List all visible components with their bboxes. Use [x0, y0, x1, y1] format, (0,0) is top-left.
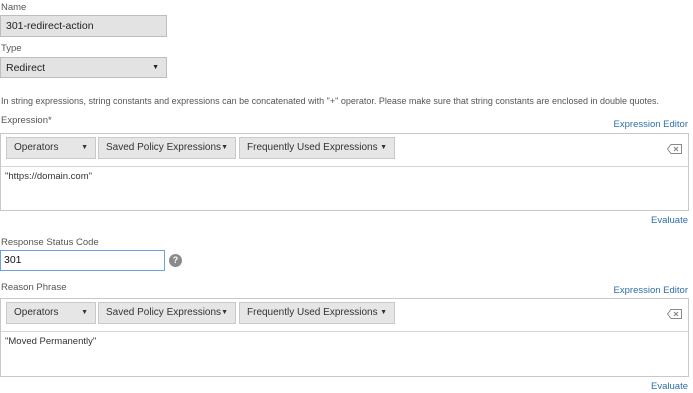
chevron-down-icon: ▼ [152, 64, 159, 71]
operators-dropdown[interactable]: Operators ▼ [6, 137, 96, 159]
expression-label: Expression* [1, 115, 52, 126]
operators-label: Operators [14, 307, 59, 318]
type-select-value: Redirect [6, 62, 46, 74]
reason-phrase-label: Reason Phrase [1, 282, 67, 293]
help-icon[interactable]: ? [169, 254, 182, 267]
saved-expressions-label: Saved Policy Expressions [106, 142, 222, 153]
type-select[interactable]: Redirect ▼ [0, 57, 167, 78]
reason-editor-link[interactable]: Expression Editor [614, 285, 688, 296]
expression-textarea[interactable]: "https://domain.com" [5, 171, 92, 182]
expression-evaluate-link[interactable]: Evaluate [651, 215, 688, 226]
info-text: In string expressions, string constants … [1, 96, 660, 106]
saved-expressions-dropdown[interactable]: Saved Policy Expressions ▼ [98, 137, 236, 159]
chevron-down-icon: ▼ [221, 309, 228, 316]
clear-icon[interactable] [666, 306, 682, 324]
frequent-expressions-dropdown[interactable]: Frequently Used Expressions ▼ [239, 137, 395, 159]
chevron-down-icon: ▼ [380, 144, 387, 151]
expression-editor-link[interactable]: Expression Editor [614, 119, 688, 130]
expression-toolbar: Operators ▼ Saved Policy Expressions ▼ F… [1, 134, 688, 167]
reason-textarea[interactable]: "Moved Permanently" [5, 336, 96, 347]
reason-frequent-expressions-dropdown[interactable]: Frequently Used Expressions ▼ [239, 302, 395, 324]
name-input[interactable]: 301-redirect-action [0, 15, 167, 37]
reason-toolbar: Operators ▼ Saved Policy Expressions ▼ F… [1, 299, 688, 332]
reason-box: Operators ▼ Saved Policy Expressions ▼ F… [0, 298, 689, 377]
status-code-input[interactable]: 301 [0, 250, 165, 271]
operators-label: Operators [14, 142, 59, 153]
chevron-down-icon: ▼ [221, 144, 228, 151]
chevron-down-icon: ▼ [81, 144, 88, 151]
name-label: Name [1, 2, 27, 13]
type-label: Type [1, 43, 22, 54]
chevron-down-icon: ▼ [81, 309, 88, 316]
saved-expressions-label: Saved Policy Expressions [106, 307, 222, 318]
status-code-label: Response Status Code [1, 237, 99, 248]
reason-operators-dropdown[interactable]: Operators ▼ [6, 302, 96, 324]
frequent-expressions-label: Frequently Used Expressions [247, 307, 378, 318]
reason-saved-expressions-dropdown[interactable]: Saved Policy Expressions ▼ [98, 302, 236, 324]
clear-icon[interactable] [666, 141, 682, 159]
reason-evaluate-link[interactable]: Evaluate [651, 381, 688, 392]
expression-box: Operators ▼ Saved Policy Expressions ▼ F… [0, 133, 689, 211]
frequent-expressions-label: Frequently Used Expressions [247, 142, 378, 153]
chevron-down-icon: ▼ [380, 309, 387, 316]
